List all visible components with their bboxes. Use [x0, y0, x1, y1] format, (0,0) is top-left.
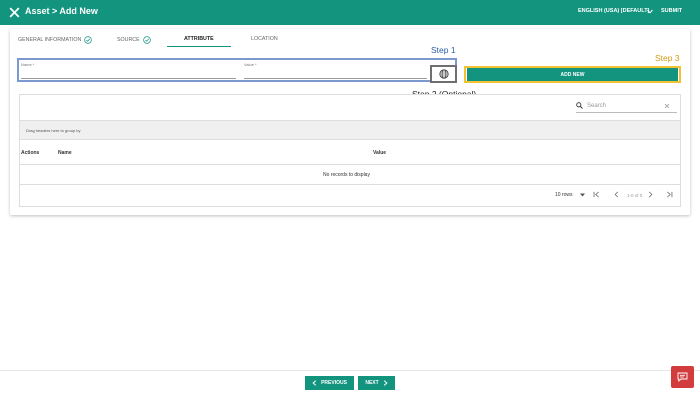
column-header-name[interactable]: Name	[58, 150, 72, 156]
group-by-hint: Drag headers here to group by	[26, 128, 81, 133]
chevron-down-icon[interactable]	[580, 193, 585, 197]
next-label: NEXT	[365, 380, 379, 386]
group-by-bar[interactable]	[20, 120, 680, 140]
tab-label: LOCATION	[251, 36, 278, 42]
check-circle-icon	[142, 36, 151, 44]
attribute-grid	[19, 94, 681, 207]
globe-icon	[439, 69, 449, 79]
tab-general-information[interactable]: GENERAL INFORMATION	[18, 36, 93, 44]
first-page-icon[interactable]	[593, 191, 600, 198]
footer-divider	[0, 370, 700, 371]
value-field[interactable]	[244, 78, 427, 79]
language-selector[interactable]: ENGLISH (USA) [DEFAULT]	[578, 8, 649, 14]
page-info: 1-0 of 0	[627, 193, 643, 198]
step3-annotation: Step 3	[655, 53, 680, 63]
next-button[interactable]: NEXT	[358, 376, 395, 390]
rows-per-page-select[interactable]: 10 rows	[555, 192, 573, 198]
value-field-label: Value *	[244, 62, 257, 67]
chat-icon	[677, 372, 688, 382]
step1-annotation: Step 1	[431, 45, 456, 55]
chevron-right-icon	[383, 380, 388, 386]
tab-label: SOURCE	[117, 37, 140, 43]
app-header: Asset > Add New ENGLISH (USA) [DEFAULT] …	[0, 0, 700, 25]
search-underline	[576, 112, 677, 113]
check-circle-icon	[84, 36, 93, 44]
page-title: Asset > Add New	[25, 6, 98, 16]
active-tab-indicator	[167, 46, 231, 47]
add-new-button[interactable]: ADD NEW	[467, 68, 678, 81]
submit-button[interactable]: SUBMIT	[661, 8, 682, 14]
tab-attribute[interactable]: ATTRIBUTE	[184, 36, 214, 42]
chevron-left-icon	[312, 380, 317, 386]
last-page-icon[interactable]	[666, 191, 673, 198]
footer-divider	[20, 184, 680, 185]
tab-label: GENERAL INFORMATION	[18, 37, 82, 43]
column-header-actions[interactable]: Actions	[21, 150, 39, 156]
search-icon	[576, 102, 583, 109]
clear-search-icon[interactable]	[664, 103, 670, 109]
empty-message: No records to display	[323, 172, 370, 178]
tab-source[interactable]: SOURCE	[117, 36, 151, 44]
search-input[interactable]: Search	[587, 103, 606, 109]
column-header-value[interactable]: Value	[373, 150, 386, 156]
next-page-icon[interactable]	[647, 191, 654, 198]
tab-label: ATTRIBUTE	[184, 36, 214, 42]
previous-button[interactable]: PREVIOUS	[305, 376, 354, 390]
close-icon[interactable]	[8, 6, 21, 19]
chat-button[interactable]	[671, 366, 694, 388]
tab-location[interactable]: LOCATION	[251, 36, 278, 42]
chevron-down-icon[interactable]	[647, 9, 653, 14]
header-divider	[20, 164, 680, 165]
previous-label: PREVIOUS	[321, 380, 347, 386]
translation-button[interactable]	[430, 65, 457, 83]
name-field-label: Name *	[21, 62, 35, 67]
name-field[interactable]	[21, 78, 236, 79]
previous-page-icon[interactable]	[613, 191, 620, 198]
